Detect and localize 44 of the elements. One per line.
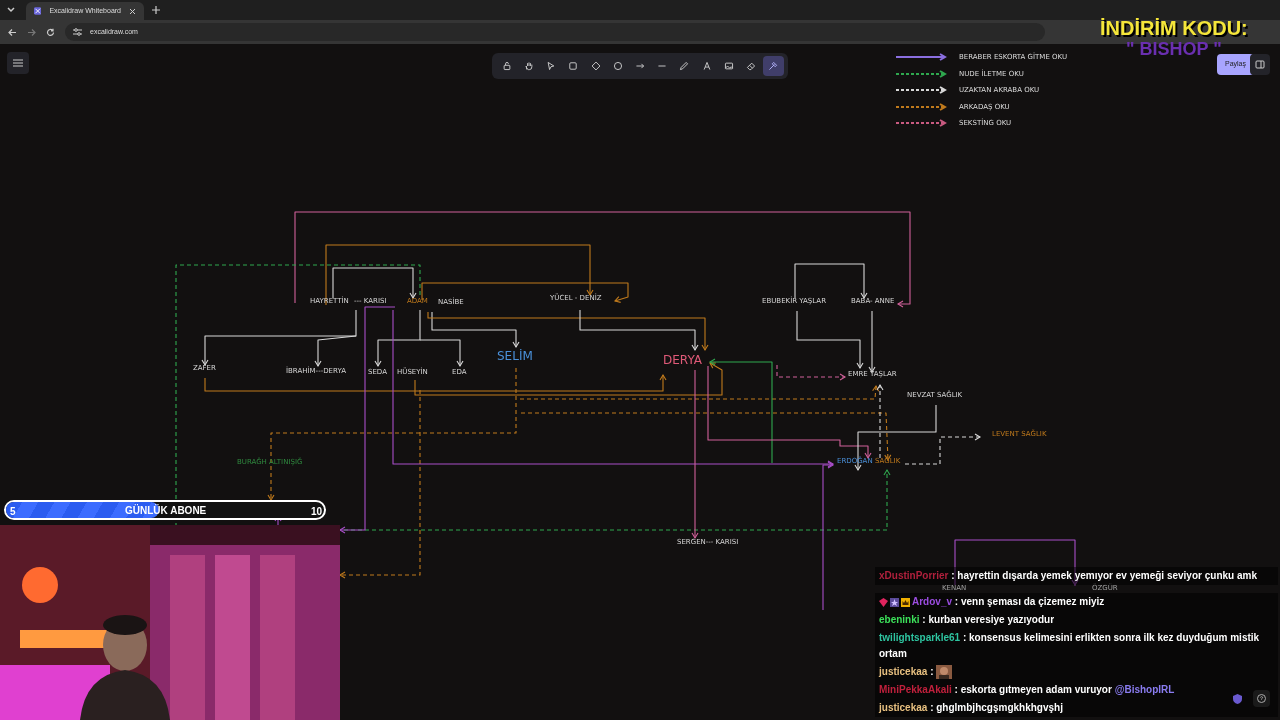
chat-message: ebeninki : kurban veresiye yazıyodur <box>875 611 1278 629</box>
hand-icon <box>523 61 534 71</box>
site-settings-icon[interactable] <box>73 28 82 36</box>
chat-message: MiniPekkaAkali : eskorta gıtmeyen adam vuruyor @BishopIRL <box>875 681 1278 699</box>
close-icon[interactable] <box>129 7 136 15</box>
back-icon[interactable] <box>8 27 17 37</box>
menu-button[interactable] <box>7 52 29 74</box>
diamond-icon <box>590 61 601 71</box>
library-button[interactable] <box>1250 54 1270 75</box>
emote-icon <box>936 665 953 680</box>
circle-icon <box>612 61 623 71</box>
menu-icon <box>13 59 23 67</box>
diagram-node-label: SELİM <box>497 350 533 362</box>
new-tab-icon[interactable] <box>152 6 160 14</box>
wand-icon <box>768 61 779 71</box>
chat-mention[interactable]: @BishopIRL <box>1114 684 1175 695</box>
arrow-icon <box>635 61 645 71</box>
star-badge-icon <box>890 597 899 607</box>
tool-button[interactable] <box>762 56 785 76</box>
pointer-icon <box>546 61 557 71</box>
diagram-node-label: DERYA <box>663 354 702 366</box>
app-logo-icon <box>34 6 42 16</box>
chat-message: justicekaa : <box>875 663 1278 681</box>
chat-message: xDustinPorrier : hayrettin dışarda yemek yemıyor ev yemeği seviyor çunku amk <box>875 567 1278 585</box>
text-icon <box>701 61 712 71</box>
gem-badge-icon <box>879 597 888 607</box>
help-icon <box>1257 694 1266 703</box>
chat-message: justicekaa : ghglmbjhcgşmgkhkhgvşhj <box>875 699 1278 717</box>
eraser-icon <box>746 61 757 71</box>
image-icon <box>723 61 734 71</box>
promo-code-title: İNDİRİM KODU: <box>1100 18 1248 38</box>
forward-icon[interactable] <box>27 27 36 37</box>
sidebar-icon <box>1255 60 1265 69</box>
reload-icon[interactable] <box>46 27 55 37</box>
chat-message: twilightsparkle61 : konsensus kelimesini erlikten sonra ilk kez duyduğum mistik ortam <box>875 629 1278 663</box>
shield-icon <box>1233 694 1242 704</box>
lock-icon <box>501 61 512 71</box>
goal-start-count: 5 <box>10 505 16 519</box>
pencil-icon <box>679 61 690 71</box>
goal-target-count: 10 <box>311 505 323 519</box>
chat-message: Ardov_v : venn şeması da çizemez miyiz <box>875 593 1278 611</box>
crown-badge-icon <box>901 597 910 607</box>
rectangle-icon <box>568 61 579 71</box>
help-button[interactable] <box>1253 690 1270 707</box>
